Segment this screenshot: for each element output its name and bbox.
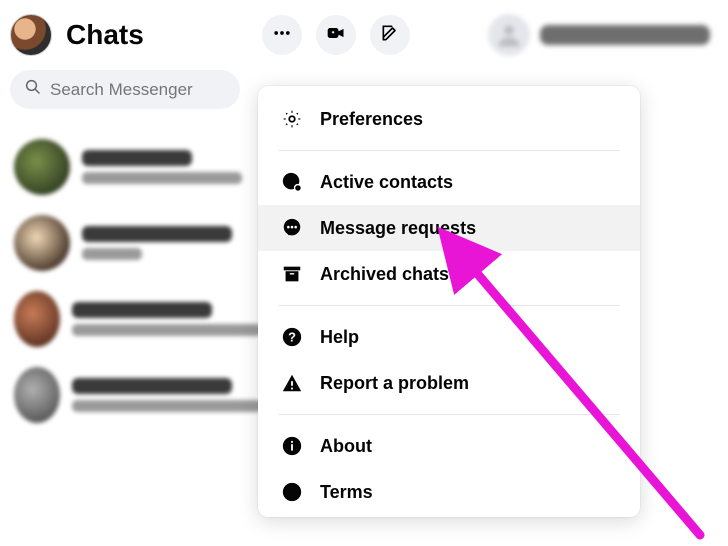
svg-text:?: ?	[288, 330, 296, 345]
compose-icon	[380, 23, 400, 48]
active-contacts-icon	[280, 171, 304, 193]
page-title: Chats	[66, 19, 144, 51]
menu-item-about[interactable]: About	[258, 423, 640, 469]
new-video-call-button[interactable]	[316, 15, 356, 55]
menu-item-message-requests[interactable]: Message requests	[258, 205, 640, 251]
search-messenger[interactable]	[10, 70, 240, 109]
list-item[interactable]	[6, 281, 270, 357]
info-icon	[280, 435, 304, 457]
terms-icon	[280, 481, 304, 503]
menu-item-label: Report a problem	[320, 373, 469, 394]
menu-item-terms[interactable]: Terms	[258, 469, 640, 507]
menu-item-label: About	[320, 436, 372, 457]
options-dropdown-menu: Preferences Active contacts Message requ…	[258, 86, 640, 517]
header-bar: Chats	[0, 0, 728, 70]
menu-item-label: Help	[320, 327, 359, 348]
menu-item-label: Preferences	[320, 109, 423, 130]
menu-item-label: Message requests	[320, 218, 476, 239]
menu-item-report-problem[interactable]: Report a problem	[258, 360, 640, 406]
menu-item-help[interactable]: ? Help	[258, 314, 640, 360]
menu-separator	[278, 305, 620, 306]
list-item[interactable]	[6, 357, 270, 433]
list-item[interactable]	[6, 205, 270, 281]
menu-separator	[278, 414, 620, 415]
conversation-list-blurred	[0, 121, 270, 433]
gear-icon	[280, 108, 304, 130]
menu-item-active-contacts[interactable]: Active contacts	[258, 159, 640, 205]
menu-item-label: Archived chats	[320, 264, 449, 285]
menu-item-label: Active contacts	[320, 172, 453, 193]
current-user-name-blurred	[540, 25, 710, 45]
help-icon: ?	[280, 326, 304, 348]
user-avatar-icon	[488, 14, 530, 56]
list-item[interactable]	[6, 129, 270, 205]
more-options-button[interactable]	[262, 15, 302, 55]
my-avatar[interactable]	[10, 14, 52, 56]
chat-bubble-icon	[280, 217, 304, 239]
ellipsis-icon	[272, 23, 292, 48]
search-icon	[24, 78, 42, 101]
archive-icon	[280, 263, 304, 285]
current-user-chip[interactable]	[488, 14, 710, 56]
menu-item-label: Terms	[320, 482, 373, 503]
warning-icon	[280, 372, 304, 394]
video-plus-icon	[326, 23, 346, 48]
compose-button[interactable]	[370, 15, 410, 55]
search-input[interactable]	[50, 80, 226, 100]
menu-item-preferences[interactable]: Preferences	[258, 96, 640, 142]
menu-separator	[278, 150, 620, 151]
menu-item-archived-chats[interactable]: Archived chats	[258, 251, 640, 297]
